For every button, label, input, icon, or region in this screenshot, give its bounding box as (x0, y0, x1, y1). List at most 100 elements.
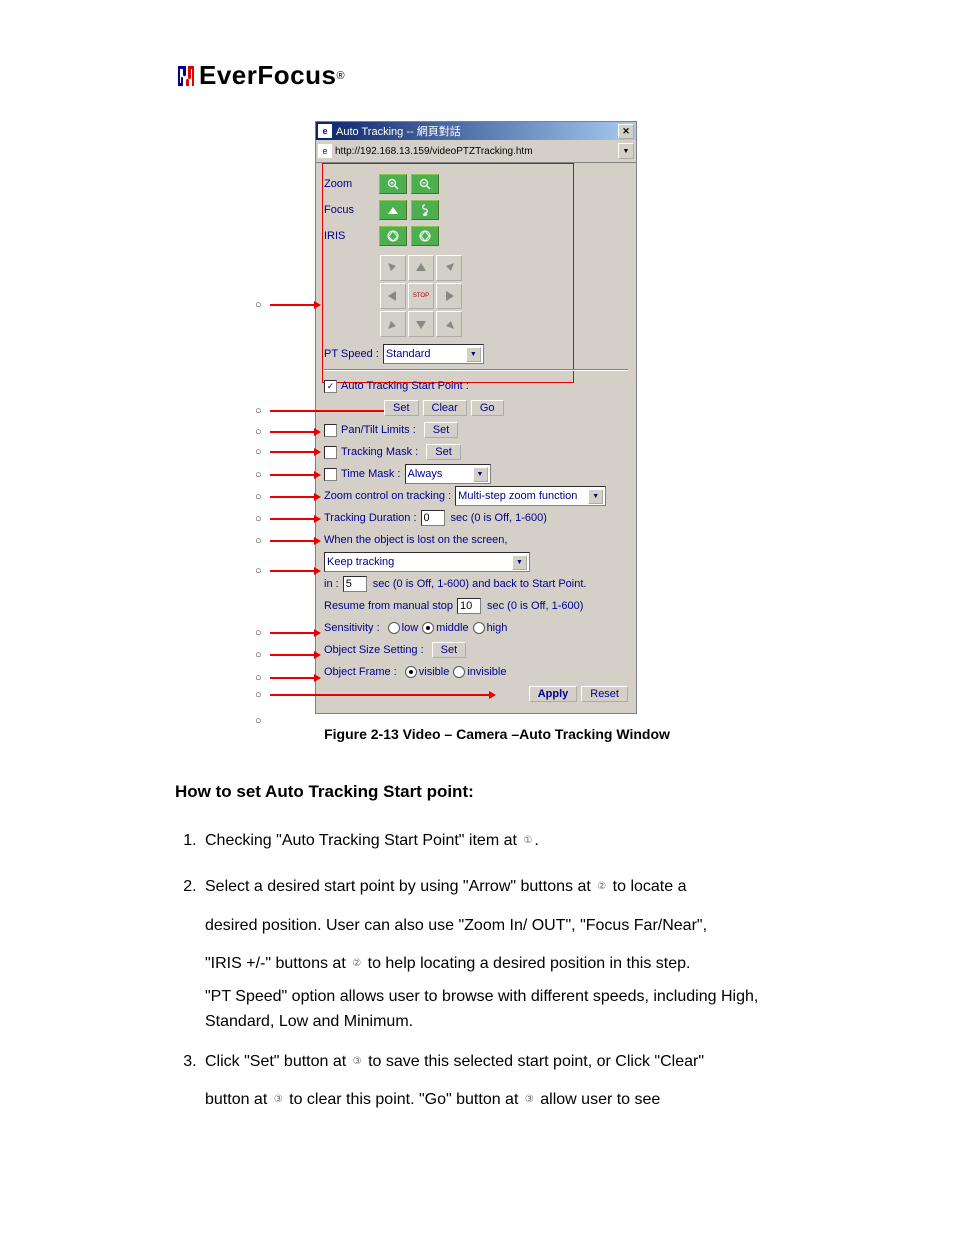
titlebar: e Auto Tracking -- 網頁對話 ✕ (316, 122, 636, 140)
marker-12: ○ (255, 672, 265, 682)
ref-3c: ③ (525, 1088, 534, 1112)
ptlimits-set-button[interactable]: Set (424, 422, 459, 438)
figure-caption: Figure 2-13 Video – Camera –Auto Trackin… (215, 726, 779, 742)
page-icon: e (318, 144, 332, 158)
arrow-timemask (270, 474, 315, 476)
arrow-objsize (270, 654, 315, 656)
dir-se-button[interactable] (436, 311, 462, 337)
go-button[interactable]: Go (471, 400, 504, 416)
stop-button[interactable]: STOP (408, 283, 434, 309)
resume-label: Resume from manual stop (324, 600, 453, 612)
sens-high-radio[interactable] (473, 622, 485, 634)
marker-2a: ○ (255, 299, 265, 309)
clear-button[interactable]: Clear (423, 400, 467, 416)
in-tail: sec (0 is Off, 1-600) and back to Start … (373, 578, 587, 590)
close-icon[interactable]: ✕ (618, 124, 634, 139)
ref-2b: ② (352, 952, 361, 976)
trdur-tail: sec (0 is Off, 1-600) (451, 512, 547, 524)
lost-select[interactable]: Keep tracking ▼ (324, 552, 530, 572)
step-1: Checking "Auto Tracking Start Point" ite… (201, 822, 779, 860)
apply-button[interactable]: Apply (529, 686, 578, 702)
iris-plus-button[interactable] (379, 226, 407, 246)
logo-text: EverFocus (199, 60, 336, 91)
divider (324, 369, 628, 371)
sens-low: low (402, 622, 419, 634)
marker-13: ○ (255, 689, 265, 699)
objframe-invis-radio[interactable] (453, 666, 465, 678)
direction-pad: STOP (380, 255, 464, 337)
logo-reg: ® (336, 70, 344, 82)
sens-label: Sensitivity : (324, 622, 380, 634)
ref-2: ② (597, 875, 606, 899)
in-input[interactable] (343, 576, 367, 592)
zoomctrl-label: Zoom control on tracking : (324, 490, 451, 502)
chevron-down-icon: ▼ (588, 489, 603, 504)
trmask-checkbox[interactable] (324, 446, 337, 459)
logo-icon (175, 65, 195, 87)
marker-6: ○ (255, 491, 265, 501)
sens-high: high (487, 622, 508, 634)
objframe-vis: visible (419, 666, 450, 678)
focus-label: Focus (324, 204, 379, 216)
dir-e-button[interactable] (436, 283, 462, 309)
set-button[interactable]: Set (384, 400, 419, 416)
resume-tail: sec (0 is Off, 1-600) (487, 600, 583, 612)
objsize-set-button[interactable]: Set (432, 642, 467, 658)
marker-4: ○ (255, 446, 265, 456)
ptlimits-checkbox[interactable] (324, 424, 337, 437)
dir-n-button[interactable] (408, 255, 434, 281)
dir-sw-button[interactable] (380, 311, 406, 337)
marker-3: ○ (255, 426, 265, 436)
marker-11: ○ (255, 649, 265, 659)
ref-3b: ③ (274, 1088, 283, 1112)
zoom-in-button[interactable] (379, 174, 407, 194)
chevron-down-icon: ▼ (512, 555, 527, 570)
iris-label: IRIS (324, 230, 379, 242)
reset-button[interactable]: Reset (581, 686, 628, 702)
atsp-checkbox[interactable]: ✓ (324, 380, 337, 393)
chevron-down-icon: ▼ (466, 347, 481, 362)
step-3: Click "Set" button at ③ to save this sel… (201, 1043, 779, 1120)
dropdown-icon[interactable]: ▼ (618, 143, 634, 159)
focus-far-button[interactable] (379, 200, 407, 220)
dir-nw-button[interactable] (380, 255, 406, 281)
dir-w-button[interactable] (380, 283, 406, 309)
marker-7: ○ (255, 513, 265, 523)
heading: How to set Auto Tracking Start point: (175, 782, 779, 802)
timemask-select[interactable]: Always ▼ (405, 464, 491, 484)
timemask-checkbox[interactable] (324, 468, 337, 481)
timemask-value: Always (408, 468, 443, 480)
arrow-lost (270, 540, 315, 542)
arrow-keeptr (270, 570, 315, 572)
trmask-set-button[interactable]: Set (426, 444, 461, 460)
arrow-sens (270, 632, 315, 634)
ptspeed-select[interactable]: Standard ▼ (383, 344, 484, 364)
screenshot-area: ○ ○ ○ ○ ○ ○ ○ ○ ○ ○ ○ ○ ○ ○ e Auto Tr (215, 121, 779, 714)
window-title: Auto Tracking -- 網頁對話 (336, 123, 461, 139)
zoom-label: Zoom (324, 178, 379, 190)
objframe-label: Object Frame : (324, 666, 397, 678)
objframe-vis-radio[interactable] (405, 666, 417, 678)
dir-ne-button[interactable] (436, 255, 462, 281)
objsize-label: Object Size Setting : (324, 644, 424, 656)
lost-value: Keep tracking (327, 556, 394, 568)
arrow-trdur (270, 518, 315, 520)
arrow-zoomctrl (270, 496, 315, 498)
focus-near-button[interactable] (411, 200, 439, 220)
ptspeed-label: PT Speed : (324, 348, 379, 360)
zoom-out-button[interactable] (411, 174, 439, 194)
resume-input[interactable] (457, 598, 481, 614)
iris-minus-button[interactable] (411, 226, 439, 246)
sens-mid-radio[interactable] (422, 622, 434, 634)
window: e Auto Tracking -- 網頁對話 ✕ e http://192.1… (315, 121, 637, 714)
arrow-ptlimits (270, 431, 315, 433)
trmask-label: Tracking Mask : (341, 446, 418, 458)
ie-icon: e (318, 124, 332, 138)
sens-low-radio[interactable] (388, 622, 400, 634)
zoomctrl-select[interactable]: Multi-step zoom function ▼ (455, 486, 606, 506)
marker-1: ○ (255, 405, 265, 415)
marker-9: ○ (255, 565, 265, 575)
dir-s-button[interactable] (408, 311, 434, 337)
trdur-input[interactable] (421, 510, 445, 526)
lost-label: When the object is lost on the screen, (324, 534, 507, 546)
